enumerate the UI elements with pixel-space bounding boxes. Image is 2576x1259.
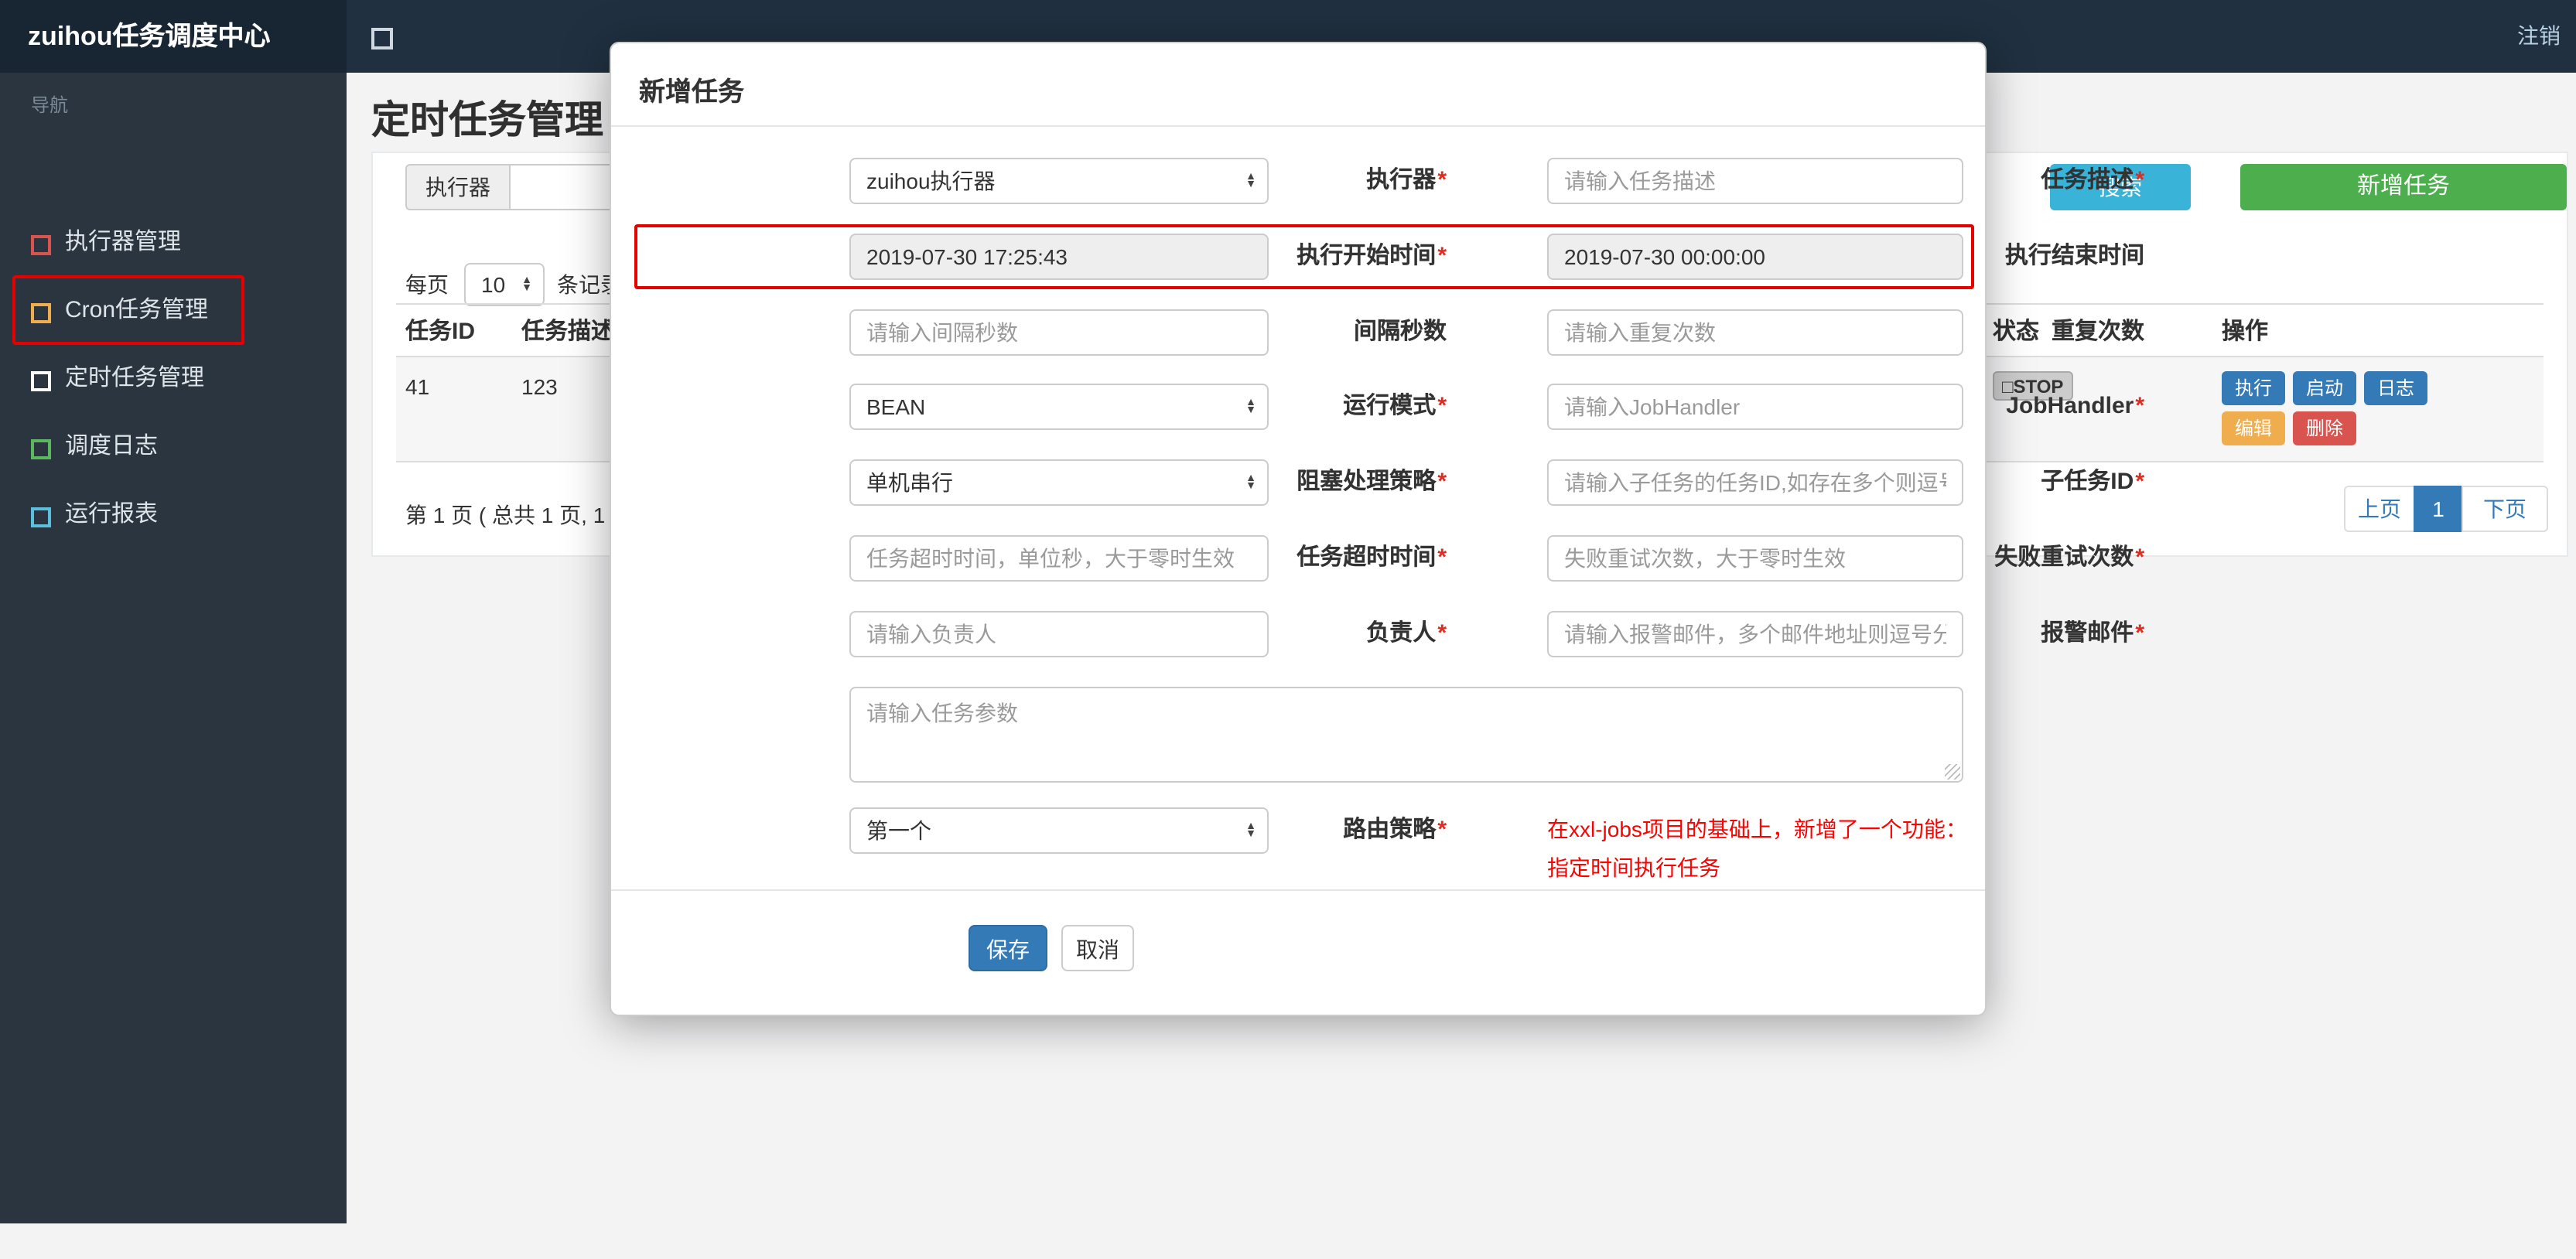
brand-title[interactable]: zuihou任务调度中心	[0, 0, 347, 73]
repeat-input[interactable]	[1547, 309, 1963, 356]
run-button[interactable]: 执行	[2222, 371, 2285, 405]
interval-input[interactable]	[849, 309, 1269, 356]
logout-link[interactable]: 注销	[2517, 0, 2561, 73]
sidebar-item-executor-manage[interactable]: 执行器管理	[0, 209, 347, 277]
feature-note: 在xxl-jobs项目的基础上，新增了一个功能： 指定时间执行任务	[1547, 817, 1967, 880]
per-page-select[interactable]: 10 ▲ ▼	[464, 263, 545, 306]
select-arrows-icon: ▲ ▼	[1245, 171, 1256, 190]
delete-button[interactable]: 删除	[2293, 411, 2356, 445]
sidebar-item-run-report[interactable]: 运行报表	[0, 481, 347, 549]
executor-filter-label: 执行器	[405, 164, 511, 210]
square-icon	[31, 303, 51, 323]
sidebar: 导航 执行器管理 Cron任务管理 定时任务管理 调度日志 运行报表	[0, 73, 347, 1223]
edit-button[interactable]: 编辑	[2222, 411, 2285, 445]
sidebar-item-cron-task[interactable]: Cron任务管理	[0, 277, 347, 345]
sidebar-item-dispatch-log[interactable]: 调度日志	[0, 413, 347, 481]
modal-header-divider	[611, 125, 1985, 127]
task-desc-input[interactable]	[1547, 158, 1963, 204]
select-arrows-icon: ▲ ▼	[1245, 397, 1256, 416]
save-button[interactable]: 保存	[969, 925, 1047, 971]
select-arrows-icon: ▲ ▼	[1245, 821, 1256, 840]
add-task-button[interactable]: 新增任务	[2240, 164, 2567, 210]
author-input[interactable]	[849, 611, 1269, 657]
per-page-label: 每页	[405, 272, 449, 297]
cell-task-desc: 123	[521, 374, 558, 399]
per-page-value: 10	[481, 272, 506, 297]
sidebar-item-label: Cron任务管理	[65, 297, 209, 323]
alarm-email-input[interactable]	[1547, 611, 1963, 657]
square-icon	[31, 235, 51, 255]
add-task-modal: 新增任务 执行器* zuihou执行器 ▲▼ 任务描述* 执行开始时间* 执行结…	[610, 42, 2144, 1016]
resize-grip-icon[interactable]	[1945, 764, 1960, 780]
log-button[interactable]: 日志	[2364, 371, 2427, 405]
fail-retry-input[interactable]	[1547, 535, 1963, 582]
cell-task-id: 41	[405, 374, 430, 399]
jobhandler-input[interactable]	[1547, 384, 1963, 430]
child-job-input[interactable]	[1547, 459, 1963, 506]
pagination-next-button[interactable]: 下页	[2462, 486, 2548, 532]
job-param-textarea[interactable]	[849, 687, 1963, 783]
col-header-task-desc: 任务描述	[521, 319, 615, 345]
sidebar-item-label: 调度日志	[65, 433, 159, 459]
start-button[interactable]: 启动	[2293, 371, 2356, 405]
square-icon	[31, 507, 51, 527]
cancel-button[interactable]: 取消	[1061, 925, 1134, 971]
square-icon	[31, 371, 51, 391]
pagination-page-1-button[interactable]: 1	[2414, 486, 2463, 532]
col-header-actions: 操作	[2222, 319, 2269, 345]
executor-select[interactable]: zuihou执行器 ▲ ▼	[849, 158, 1269, 204]
app-root: zuihou任务调度中心 注销 导航 执行器管理 Cron任务管理 定时任务管理…	[0, 0, 2576, 1259]
run-mode-select[interactable]: BEAN ▲ ▼	[849, 384, 1269, 430]
sidebar-item-label: 执行器管理	[65, 229, 182, 255]
end-time-input[interactable]	[1547, 234, 1963, 280]
sidebar-nav-label: 导航	[31, 94, 69, 116]
modal-footer-divider	[611, 889, 1985, 891]
route-strategy-select[interactable]: 第一个 ▲ ▼	[849, 807, 1269, 854]
select-arrows-icon: ▲ ▼	[1245, 473, 1256, 492]
sidebar-item-label: 运行报表	[65, 501, 159, 527]
timeout-input[interactable]	[849, 535, 1269, 582]
select-arrows-icon: ▲ ▼	[521, 275, 532, 294]
sidebar-item-timed-task[interactable]: 定时任务管理	[0, 345, 347, 413]
sidebar-item-label: 定时任务管理	[65, 365, 205, 391]
page-title: 定时任务管理	[371, 99, 604, 142]
sidebar-toggle-icon[interactable]	[371, 28, 393, 49]
square-icon	[31, 439, 51, 459]
start-time-input[interactable]	[849, 234, 1269, 280]
col-header-task-id: 任务ID	[405, 319, 476, 345]
pagination-prev-button[interactable]: 上页	[2344, 486, 2415, 532]
modal-title: 新增任务	[639, 77, 744, 107]
block-strategy-select[interactable]: 单机串行 ▲ ▼	[849, 459, 1269, 506]
